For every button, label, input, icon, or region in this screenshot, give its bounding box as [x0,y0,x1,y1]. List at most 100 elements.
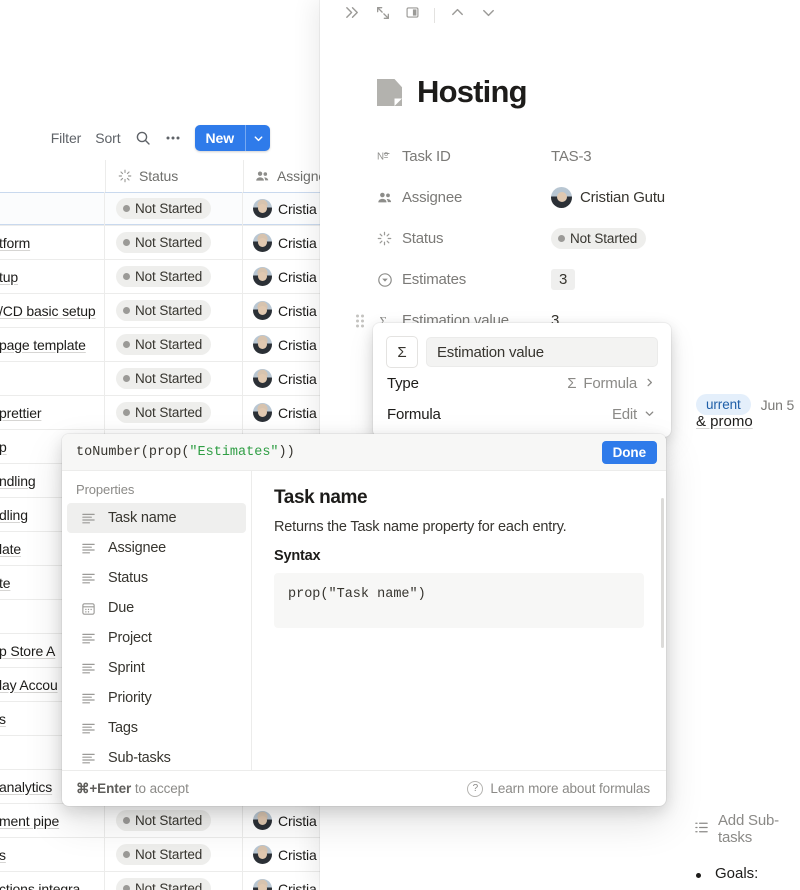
column-header-assignee[interactable]: Assignee [244,160,320,192]
task-name-text: s [0,847,6,863]
formula-property-item[interactable]: Sprint [67,653,246,683]
table-row[interactable]: s Not Started Cristia [0,838,320,872]
formula-property-item[interactable]: Tags [67,713,246,743]
formula-property-item[interactable]: Priority [67,683,246,713]
new-button[interactable]: New [194,125,270,151]
property-value[interactable]: Cristian Gutu [551,187,665,208]
table-row[interactable]: page template Not Started Cristia [0,328,320,362]
cell-assignee[interactable]: Cristia [243,362,320,395]
cell-task-name[interactable]: tform [0,226,105,259]
chevron-up-icon[interactable] [449,4,466,26]
cell-status[interactable]: Not Started [105,396,243,429]
cell-task-name[interactable] [0,192,105,225]
property-type-row[interactable]: Type Σ Formula [373,368,671,399]
more-horizontal-icon[interactable] [165,130,181,146]
cell-assignee[interactable]: Cristia [243,396,320,429]
formula-property-item[interactable]: Status [67,563,246,593]
cell-assignee[interactable]: Cristia [243,838,320,871]
task-name-text: prettier [0,404,42,421]
cell-task-name[interactable]: /CD basic setup [0,294,105,327]
double-chevron-right-icon[interactable] [344,4,361,26]
promo-link[interactable]: & promo [696,413,753,430]
property-row-status[interactable]: Status Not Started [376,218,800,259]
cell-assignee[interactable]: Cristia [243,192,320,225]
formula-property-item[interactable]: Assignee [67,533,246,563]
formula-property-item[interactable]: Due [67,593,246,623]
formula-property-label: Status [108,570,148,586]
column-header-name[interactable] [0,160,106,192]
cell-assignee[interactable]: Cristia [243,804,320,837]
cell-task-name[interactable]: ctions integra [0,872,105,890]
property-formula-row[interactable]: Formula Edit [373,399,671,430]
cell-status[interactable]: Not Started [105,328,243,361]
chevron-down-icon[interactable] [245,125,270,151]
cell-task-name[interactable]: page template [0,328,105,361]
cell-status[interactable]: Not Started [105,294,243,327]
column-header-status[interactable]: Status [106,160,244,192]
table-row[interactable]: ment pipe Not Started Cristia [0,804,320,838]
assignee-name: Cristia [278,846,317,863]
calendar-icon [80,601,96,616]
cell-assignee[interactable]: Cristia [243,328,320,361]
property-row-assignee[interactable]: Assignee Cristian Gutu [376,177,800,218]
cell-status[interactable]: Not Started [105,872,243,890]
svg-text:N: N [377,151,384,162]
sort-button[interactable]: Sort [95,130,120,146]
table-row[interactable]: prettier Not Started Cristia [0,396,320,430]
table-row[interactable]: Not Started Cristia [0,362,320,396]
formula-code-input[interactable]: toNumber(prop("Estimates")) [76,445,602,460]
formula-property-item[interactable]: Sub-tasks [67,743,246,770]
text-lines-icon [80,511,96,526]
sprint-date-range[interactable]: Jun 5 → Ju [761,397,800,413]
side-peek-icon[interactable] [405,5,420,25]
search-icon[interactable] [135,130,151,146]
property-row-estimates[interactable]: Estimates 3 [376,259,800,300]
cell-assignee[interactable]: Cristia [243,260,320,293]
property-row-task-id[interactable]: No Task ID TAS-3 [376,136,800,177]
property-value[interactable]: 3 [551,269,576,290]
table-row[interactable]: tup Not Started Cristia [0,260,320,294]
avatar [253,335,272,354]
property-name-input[interactable]: Estimation value [426,337,658,367]
filter-button[interactable]: Filter [51,130,82,146]
cell-task-name[interactable]: tup [0,260,105,293]
cell-status[interactable]: Not Started [105,260,243,293]
cell-task-name[interactable]: s [0,838,105,871]
cell-task-name[interactable]: prettier [0,396,105,429]
goals-label[interactable]: Goals: [715,865,758,882]
cell-status[interactable]: Not Started [105,838,243,871]
cell-status[interactable]: Not Started [105,226,243,259]
formula-property-item[interactable]: Project [67,623,246,653]
sprint-pill[interactable]: urrent [696,394,751,415]
column-header-assignee-label: Assignee [277,168,320,184]
cell-status[interactable]: Not Started [105,804,243,837]
property-formula-label: Formula [387,406,441,423]
table-row[interactable]: tform Not Started Cristia [0,226,320,260]
cell-status[interactable]: Not Started [105,362,243,395]
formula-code-string: "Estimates" [189,444,279,460]
page-title[interactable]: Hosting [417,74,528,110]
table-row[interactable]: Not Started Cristia [0,192,320,226]
cell-assignee[interactable]: Cristia [243,294,320,327]
property-value[interactable]: TAS-3 [551,148,592,165]
chevron-down-icon[interactable] [480,4,497,26]
cell-status[interactable]: Not Started [105,192,243,225]
formula-property-item[interactable]: Task name [67,503,246,533]
done-button[interactable]: Done [601,440,657,464]
cell-task-name[interactable]: ment pipe [0,804,105,837]
learn-more-link[interactable]: ? Learn more about formulas [467,780,650,797]
property-value[interactable]: Not Started [551,228,647,249]
drag-handle-icon[interactable] [356,314,365,327]
cell-task-name[interactable] [0,362,105,395]
table-row[interactable]: /CD basic setup Not Started Cristia [0,294,320,328]
sigma-icon-button[interactable]: Σ [386,336,418,368]
expand-diagonal-icon[interactable] [375,5,391,26]
add-subtasks-button[interactable]: Add Sub-tasks [694,812,800,846]
task-name-text: dling [0,506,28,523]
task-name-text: lay Accou [0,676,58,693]
doc-description: Returns the Task name property for each … [274,519,567,535]
assignee-name: Cristia [278,880,317,890]
table-row[interactable]: ctions integra Not Started Cristia [0,872,320,890]
cell-assignee[interactable]: Cristia [243,872,320,890]
cell-assignee[interactable]: Cristia [243,226,320,259]
